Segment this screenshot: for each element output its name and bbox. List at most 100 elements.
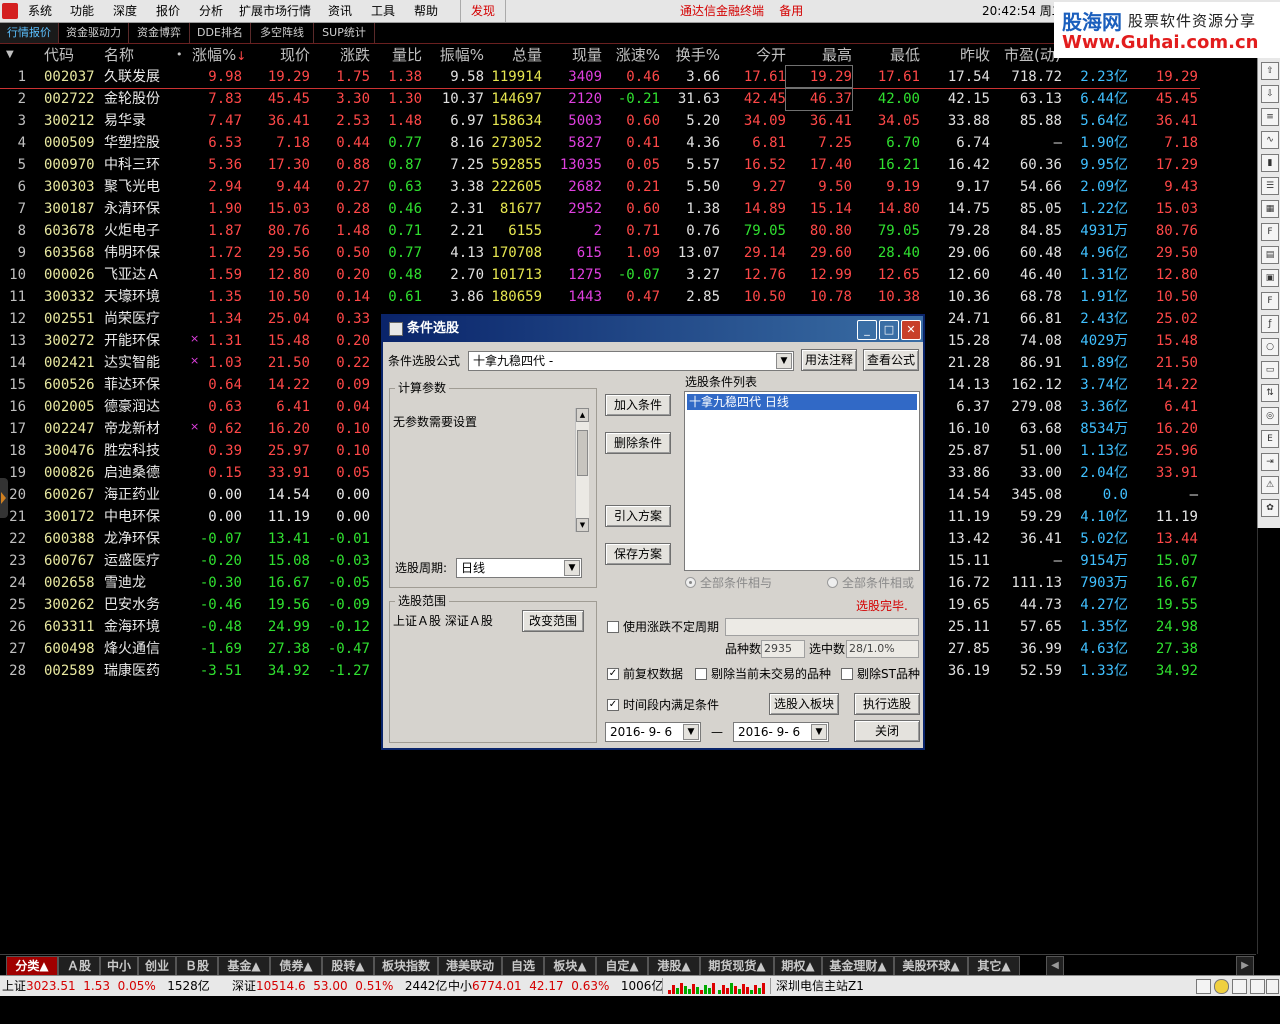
table-row[interactable]: 8 603678 火炬电子 1.87 80.76 1.48 0.71 2.21 6155 2 0.7… xyxy=(0,220,1200,242)
category-tab[interactable]: 港股▲ xyxy=(648,956,700,976)
header-open[interactable]: 今开 xyxy=(720,44,786,66)
minimize-button[interactable]: _ xyxy=(857,320,877,340)
menu-help[interactable]: 帮助 xyxy=(414,0,438,22)
category-tab[interactable]: 板块▲ xyxy=(544,956,596,976)
chevron-down-icon[interactable]: ▼ xyxy=(683,724,699,740)
menu-tools[interactable]: 工具 xyxy=(371,0,395,22)
category-tab[interactable]: 中小 xyxy=(100,956,138,976)
header-current-volume[interactable]: 现量 xyxy=(542,44,602,66)
kline-icon[interactable]: ▮ xyxy=(1261,154,1279,172)
grid-icon[interactable]: ▦ xyxy=(1261,200,1279,218)
scroll-up-icon[interactable]: ▲ xyxy=(576,408,589,422)
resize-grip-icon[interactable] xyxy=(1266,979,1279,994)
category-tab[interactable]: 美股环球▲ xyxy=(894,956,968,976)
period-select[interactable]: 日线 ▼ xyxy=(456,558,582,578)
close-icon[interactable]: ✕ xyxy=(901,320,921,340)
maximize-button[interactable]: □ xyxy=(879,320,899,340)
formula-select[interactable]: 十拿九稳四代 - ▼ xyxy=(468,351,794,371)
category-tab[interactable]: Ａ股 xyxy=(58,956,100,976)
gear-icon[interactable]: ✿ xyxy=(1261,499,1279,517)
execute-screening-button[interactable]: 执行选股 xyxy=(854,693,920,715)
etf-icon[interactable]: E xyxy=(1261,430,1279,448)
chevron-down-icon[interactable]: ▼ xyxy=(564,560,580,576)
zx-index-block[interactable]: 中小6774.01 42.17 0.63% 1006亿 xyxy=(448,976,663,996)
list-icon[interactable]: ☰ xyxy=(1261,177,1279,195)
header-code[interactable]: 代码 xyxy=(44,44,74,66)
table-row[interactable]: 10 000026 飞亚达Ａ 1.59 12.80 0.20 0.48 2.70 101713 1… xyxy=(0,264,1200,286)
target-icon[interactable]: ◎ xyxy=(1261,407,1279,425)
header-low[interactable]: 最低 xyxy=(852,44,920,66)
add-to-block-button[interactable]: 选股入板块 xyxy=(769,693,839,715)
condition-item[interactable]: 十拿九稳四代 日线 xyxy=(687,394,917,410)
table-row[interactable]: 9 603568 伟明环保 1.72 29.56 0.50 0.77 4.13 170708 61… xyxy=(0,242,1200,264)
dialog-titlebar[interactable]: 条件选股 _ □ ✕ xyxy=(383,316,923,342)
chevron-down-icon[interactable]: ▼ xyxy=(776,353,792,369)
chevron-down-icon[interactable]: ▼ xyxy=(811,724,827,740)
category-tab[interactable]: 基金▲ xyxy=(218,956,270,976)
exclude-st-checkbox[interactable] xyxy=(841,668,853,680)
header-turnover[interactable]: 换手% xyxy=(660,44,720,66)
tab-fund-game[interactable]: 资金博弈 xyxy=(129,23,190,43)
fiz-icon[interactable]: F xyxy=(1261,292,1279,310)
server-name[interactable]: 深圳电信主站Z1 xyxy=(776,976,864,996)
header-price[interactable]: 现价 xyxy=(250,44,310,66)
table-row[interactable]: 6 300303 聚飞光电 2.94 9.44 0.27 0.63 3.38 222605 268… xyxy=(0,176,1200,198)
date-from-picker[interactable]: 2016- 9- 6 ▼ xyxy=(605,722,701,742)
header-menu-arrow[interactable]: ▼ xyxy=(6,44,14,66)
header-high[interactable]: 最高 xyxy=(786,44,852,66)
folder-icon[interactable]: ▭ xyxy=(1261,361,1279,379)
menu-info[interactable]: 资讯 xyxy=(328,0,352,22)
table-row[interactable]: 4 000509 华塑控股 6.53 7.18 0.44 0.77 8.16 273052 582… xyxy=(0,132,1200,154)
use-volatility-checkbox[interactable] xyxy=(607,621,619,633)
category-tab[interactable]: 自定▲ xyxy=(596,956,648,976)
category-tab[interactable]: 债券▲ xyxy=(270,956,322,976)
tab-fund-drive[interactable]: 资金驱动力 xyxy=(59,23,129,43)
side-expand-arrow-icon[interactable] xyxy=(0,478,8,518)
params-scrollbar[interactable]: ▲ ▼ xyxy=(575,408,589,532)
signal-icon[interactable] xyxy=(1232,979,1247,994)
circle-icon[interactable]: ○ xyxy=(1261,338,1279,356)
arrow-up-icon[interactable]: ⇧ xyxy=(1261,62,1279,80)
table-row[interactable]: 2 002722 金轮股份 7.83 45.45 3.30 1.30 10.37 144697 2… xyxy=(0,87,1200,111)
table-row[interactable]: 3 300212 易华录 7.47 36.41 2.53 1.48 6.97 158634 500… xyxy=(0,110,1200,132)
flow-icon[interactable]: ⇅ xyxy=(1261,384,1279,402)
category-tab[interactable]: 自选 xyxy=(502,956,544,976)
view-formula-button[interactable]: 查看公式 xyxy=(863,349,919,371)
add-condition-button[interactable]: 加入条件 xyxy=(605,394,671,416)
layout-icon[interactable] xyxy=(1196,979,1211,994)
header-amplitude[interactable]: 振幅% xyxy=(422,44,484,66)
close-button[interactable]: 关闭 xyxy=(854,720,920,742)
finance-icon[interactable]: F xyxy=(1261,223,1279,241)
scroll-thumb[interactable] xyxy=(577,430,588,476)
category-tab[interactable]: Ｂ股 xyxy=(176,956,218,976)
table-row[interactable]: 7 300187 永清环保 1.90 15.03 0.28 0.46 2.31 81677 295… xyxy=(0,198,1200,220)
category-tab[interactable]: 其它▲ xyxy=(968,956,1020,976)
fx-icon[interactable]: ƒ xyxy=(1261,315,1279,333)
category-tab[interactable]: 板块指数 xyxy=(374,956,438,976)
menu-extended-market[interactable]: 扩展市场行情 xyxy=(239,0,311,22)
conditions-list[interactable]: 十拿九稳四代 日线 xyxy=(684,391,920,571)
tab-dde-rank[interactable]: DDE排名 xyxy=(190,23,251,43)
header-diff[interactable]: 涨跌 xyxy=(310,44,370,66)
header-speed[interactable]: 涨速% xyxy=(602,44,660,66)
change-range-button[interactable]: 改变范围 xyxy=(522,610,584,632)
import-plan-button[interactable]: 引入方案 xyxy=(605,505,671,527)
menu-depth[interactable]: 深度 xyxy=(113,0,137,22)
menu-function[interactable]: 功能 xyxy=(70,0,94,22)
chart-icon[interactable]: ∿ xyxy=(1261,131,1279,149)
header-total-volume[interactable]: 总量 xyxy=(484,44,542,66)
volatility-field[interactable] xyxy=(725,618,919,636)
menu-analysis[interactable]: 分析 xyxy=(199,0,223,22)
table-row[interactable]: 5 000970 中科三环 5.36 17.30 0.88 0.87 7.25 592855 13… xyxy=(0,154,1200,176)
date-to-picker[interactable]: 2016- 9- 6 ▼ xyxy=(733,722,829,742)
tab-sup-stats[interactable]: SUP统计 xyxy=(314,23,375,43)
tab-quotes[interactable]: 行情报价 xyxy=(0,23,59,43)
usage-notes-button[interactable]: 用法注释 xyxy=(801,349,857,371)
header-prev-close[interactable]: 昨收 xyxy=(920,44,990,66)
category-tab[interactable]: 期权▲ xyxy=(774,956,822,976)
menu-system[interactable]: 系统 xyxy=(28,0,52,22)
category-tab[interactable]: 创业 xyxy=(138,956,176,976)
delete-condition-button[interactable]: 删除条件 xyxy=(605,432,671,454)
category-tab[interactable]: 分类▲ xyxy=(6,956,58,976)
menu-discover[interactable]: 发现 xyxy=(460,0,507,22)
